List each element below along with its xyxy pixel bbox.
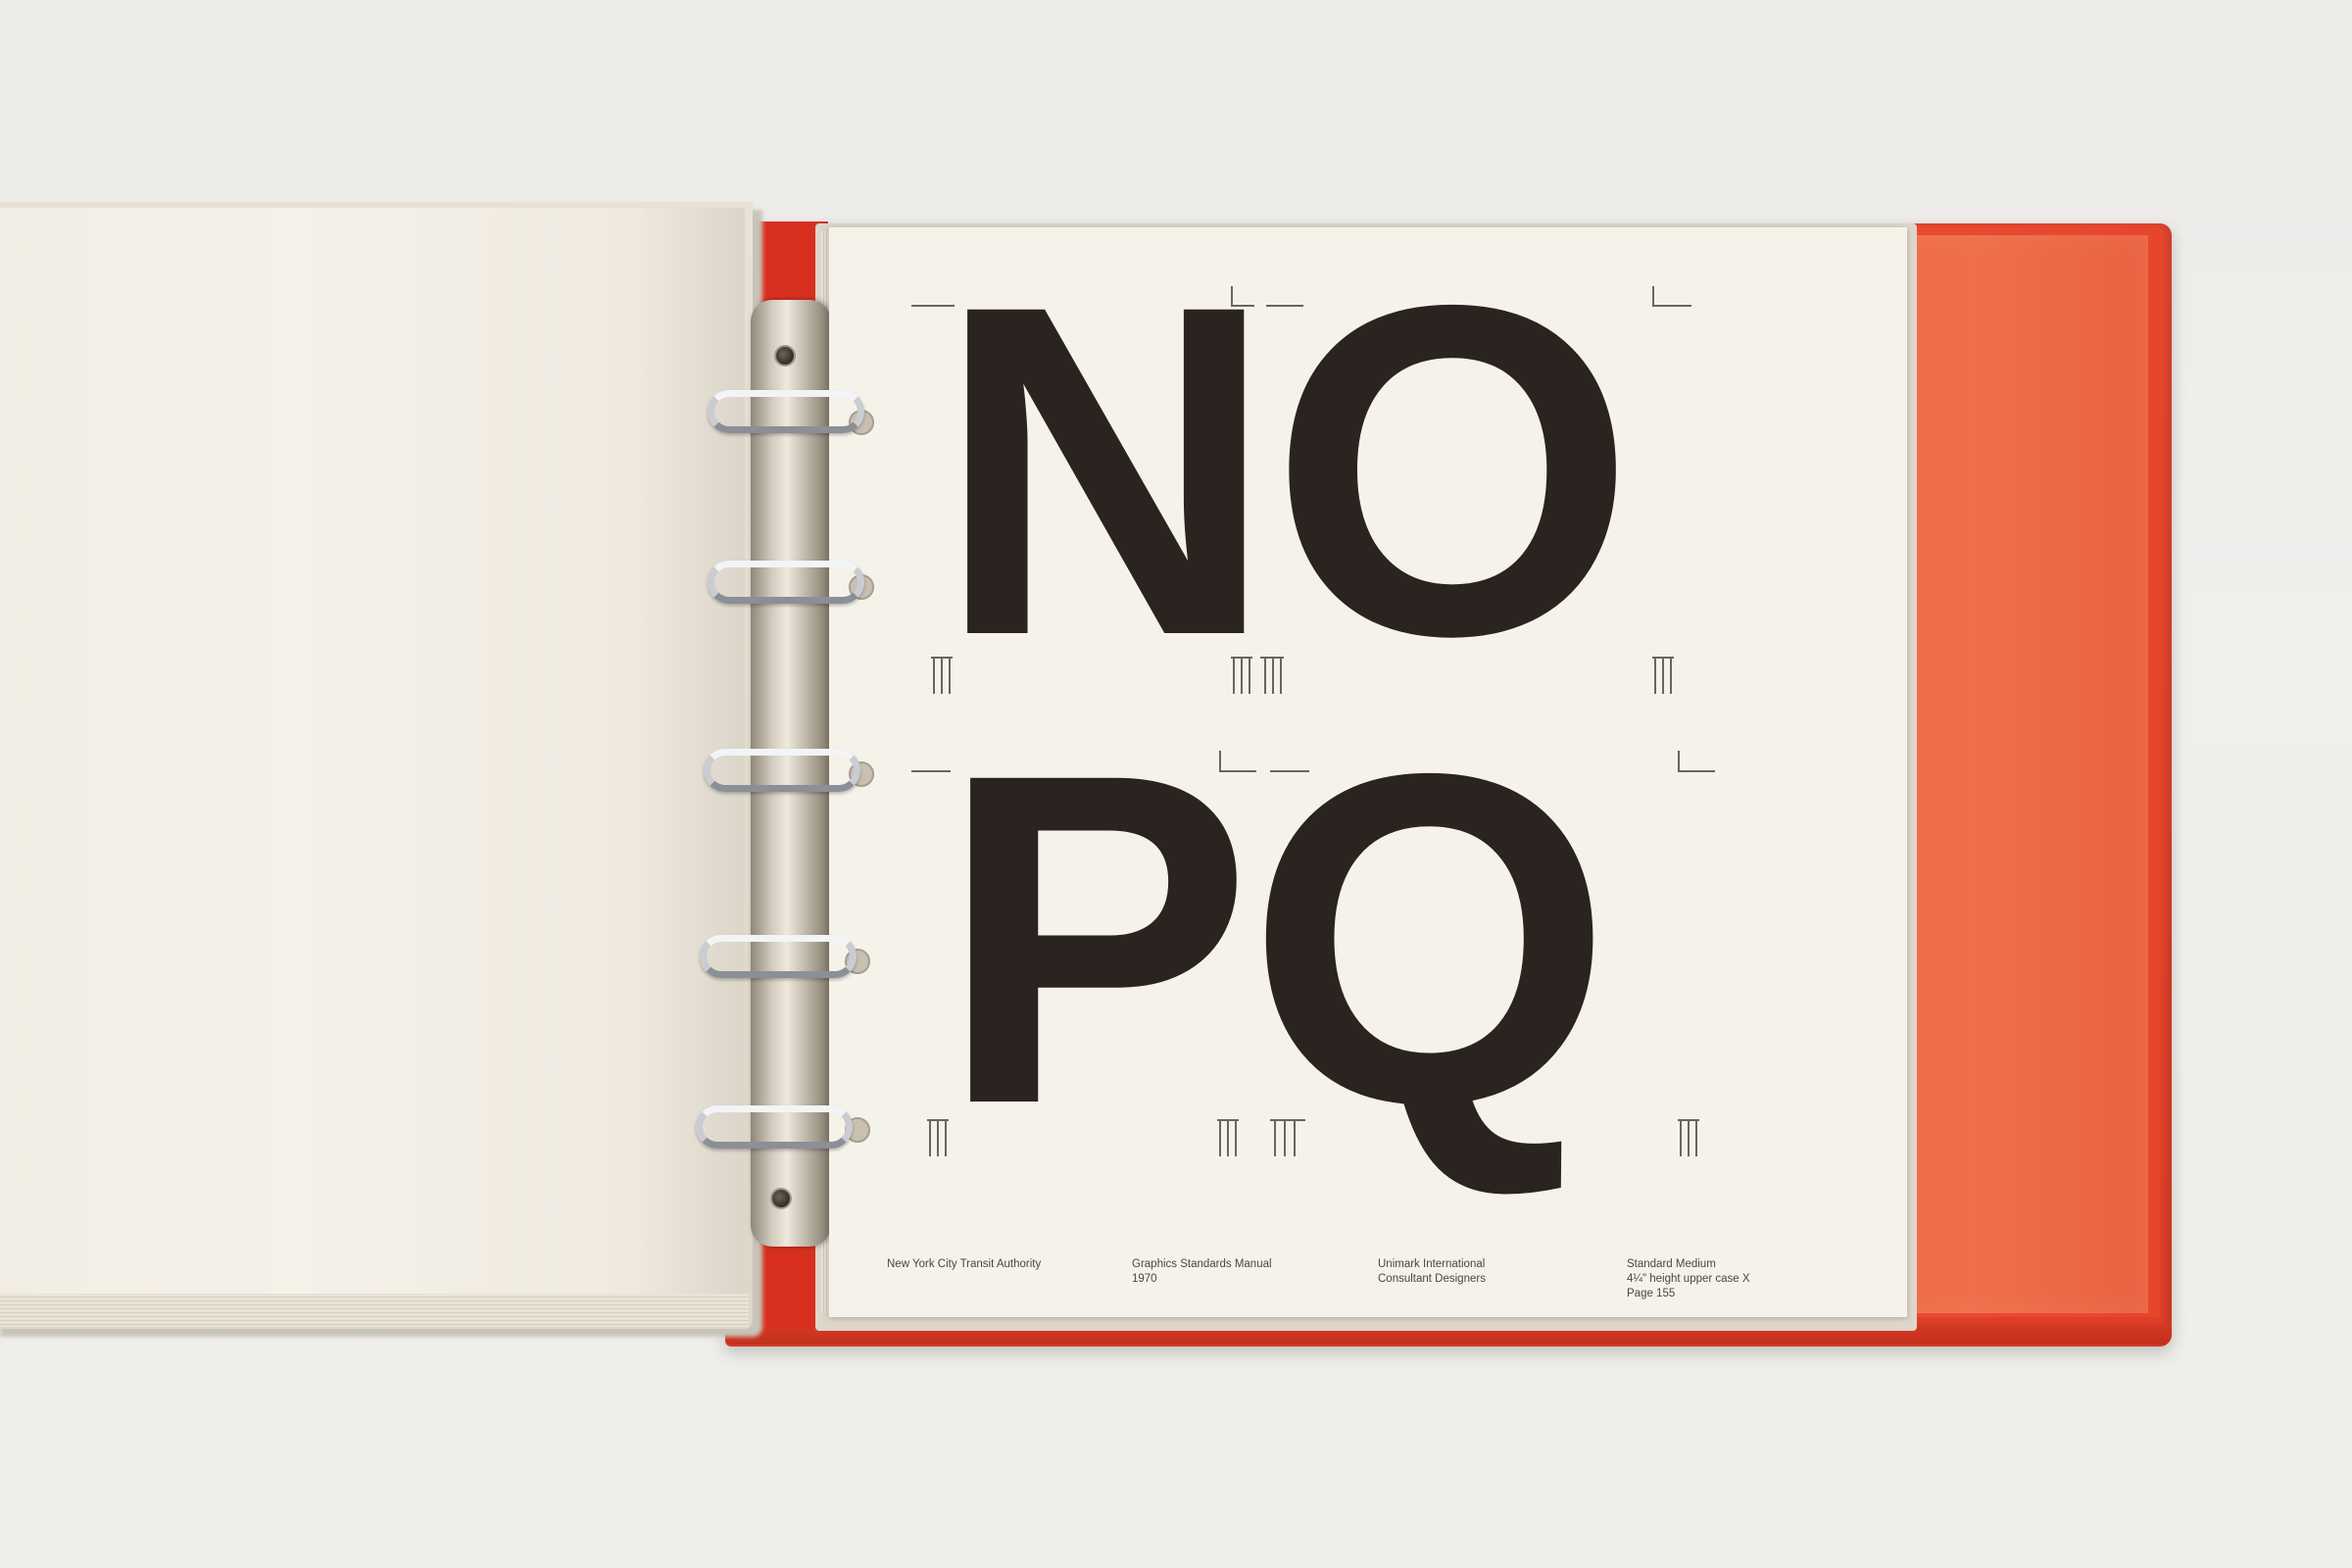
guide-mark bbox=[949, 657, 951, 694]
left-page bbox=[0, 208, 745, 1311]
guide-mark bbox=[1678, 751, 1680, 770]
guide-mark bbox=[929, 1119, 931, 1156]
rivet-top bbox=[774, 345, 796, 367]
guide-mark bbox=[941, 657, 943, 694]
guide-mark bbox=[1231, 286, 1233, 306]
guide-mark bbox=[1266, 305, 1303, 307]
guide-mark bbox=[1272, 657, 1274, 694]
letter-row-pq: PQ bbox=[939, 675, 1613, 1201]
binder-ring bbox=[696, 1105, 853, 1149]
footer-col-authority: New York City Transit Authority bbox=[887, 1257, 1102, 1272]
open-binder-photo: NO PQ New York City Transit Authority Gr… bbox=[0, 0, 2352, 1568]
guide-mark bbox=[1219, 770, 1256, 772]
guide-mark bbox=[1219, 1119, 1221, 1156]
guide-mark bbox=[1280, 657, 1282, 694]
footer-designer-firm: Unimark International bbox=[1378, 1258, 1486, 1270]
guide-mark bbox=[1241, 657, 1243, 694]
rivet-bottom bbox=[770, 1188, 792, 1209]
guide-mark bbox=[1654, 657, 1656, 694]
footer-authority: New York City Transit Authority bbox=[887, 1258, 1042, 1270]
guide-mark bbox=[933, 657, 935, 694]
guide-mark bbox=[911, 305, 955, 307]
guide-mark bbox=[1670, 657, 1672, 694]
guide-mark bbox=[1284, 1119, 1286, 1156]
footer-manual-year: 1970 bbox=[1132, 1273, 1157, 1285]
guide-mark bbox=[1294, 1119, 1296, 1156]
footer-designer-role: Consultant Designers bbox=[1378, 1273, 1486, 1285]
footer-col-manual: Graphics Standards Manual 1970 bbox=[1132, 1257, 1328, 1287]
guide-mark bbox=[937, 1119, 939, 1156]
guide-mark bbox=[945, 1119, 947, 1156]
guide-mark bbox=[1678, 770, 1715, 772]
footer-typeface-name: Standard Medium bbox=[1627, 1258, 1716, 1270]
guide-mark bbox=[911, 770, 951, 772]
guide-mark bbox=[1231, 305, 1254, 307]
guide-mark bbox=[1662, 657, 1664, 694]
footer-typeface-size: 4¼" height upper case X bbox=[1627, 1273, 1750, 1285]
binder-ring bbox=[704, 749, 860, 792]
binder-ring bbox=[708, 561, 864, 604]
guide-mark bbox=[1695, 1119, 1697, 1156]
binder-ring bbox=[708, 390, 864, 433]
guide-mark bbox=[1688, 1119, 1690, 1156]
guide-mark bbox=[1235, 1119, 1237, 1156]
guide-mark bbox=[1652, 286, 1654, 306]
guide-mark bbox=[1227, 1119, 1229, 1156]
left-page-edges bbox=[0, 1294, 749, 1327]
guide-mark bbox=[1680, 1119, 1682, 1156]
footer-col-designers: Unimark International Consultant Designe… bbox=[1378, 1257, 1574, 1287]
guide-mark bbox=[1264, 657, 1266, 694]
guide-mark bbox=[1652, 305, 1691, 307]
guide-mark bbox=[1219, 751, 1221, 770]
footer-page-number: Page 155 bbox=[1627, 1288, 1676, 1299]
footer-manual-title: Graphics Standards Manual bbox=[1132, 1258, 1272, 1270]
footer-col-typeface: Standard Medium 4¼" height upper case X … bbox=[1627, 1257, 1852, 1301]
binder-ring bbox=[700, 935, 857, 978]
guide-mark bbox=[1249, 657, 1250, 694]
guide-mark bbox=[1274, 1119, 1276, 1156]
guide-mark bbox=[1270, 770, 1309, 772]
guide-mark bbox=[1233, 657, 1235, 694]
